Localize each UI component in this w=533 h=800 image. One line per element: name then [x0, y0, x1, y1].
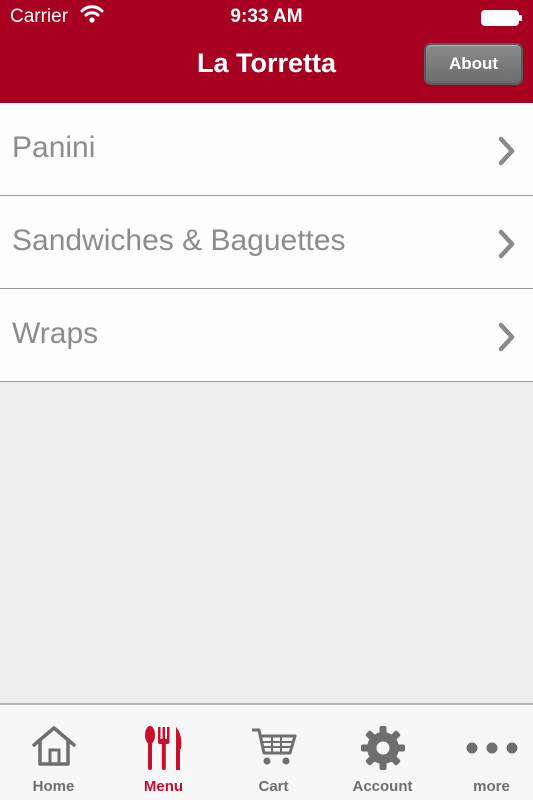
status-time: 9:33 AM — [230, 6, 303, 27]
header: Carrier 9:33 AM La Torretta About — [0, 0, 533, 103]
tab-label: Menu — [143, 778, 184, 795]
tab-cart[interactable]: Cart — [220, 705, 327, 800]
menu-item-label: Panini — [12, 131, 96, 164]
more-dots-icon — [466, 742, 517, 754]
app-screen: Carrier 9:33 AM La Torretta About Panini — [0, 0, 533, 800]
nav-bar: La Torretta About — [0, 34, 533, 103]
tab-label: Cart — [258, 778, 289, 795]
utensils-icon — [144, 726, 181, 770]
menu-item-wraps[interactable]: Wraps — [0, 289, 533, 382]
tab-menu[interactable]: Menu — [110, 705, 217, 800]
tab-account[interactable]: Account — [329, 705, 436, 800]
menu-list: Panini Sandwiches & Baguettes Wraps — [0, 103, 533, 382]
tab-label: more — [473, 778, 510, 795]
chevron-right-icon — [498, 136, 515, 166]
status-bar: Carrier 9:33 AM — [0, 0, 533, 34]
home-icon — [31, 726, 76, 766]
menu-item-label: Wraps — [12, 317, 99, 350]
chevron-right-icon — [498, 322, 515, 352]
tab-label: Account — [352, 778, 413, 795]
chevron-right-icon — [498, 229, 515, 259]
gear-icon — [360, 726, 405, 770]
cart-icon — [251, 728, 296, 765]
tab-home[interactable]: Home — [0, 705, 107, 800]
tab-more[interactable]: more — [438, 705, 533, 800]
tab-label: Home — [32, 778, 75, 795]
battery-icon — [481, 10, 522, 26]
menu-item-label: Sandwiches & Baguettes — [12, 224, 346, 257]
about-button[interactable]: About — [424, 43, 523, 85]
tab-bar: Home Menu Cart Account more — [0, 703, 533, 800]
menu-item-panini[interactable]: Panini — [0, 103, 533, 196]
menu-item-sandwiches-baguettes[interactable]: Sandwiches & Baguettes — [0, 196, 533, 289]
